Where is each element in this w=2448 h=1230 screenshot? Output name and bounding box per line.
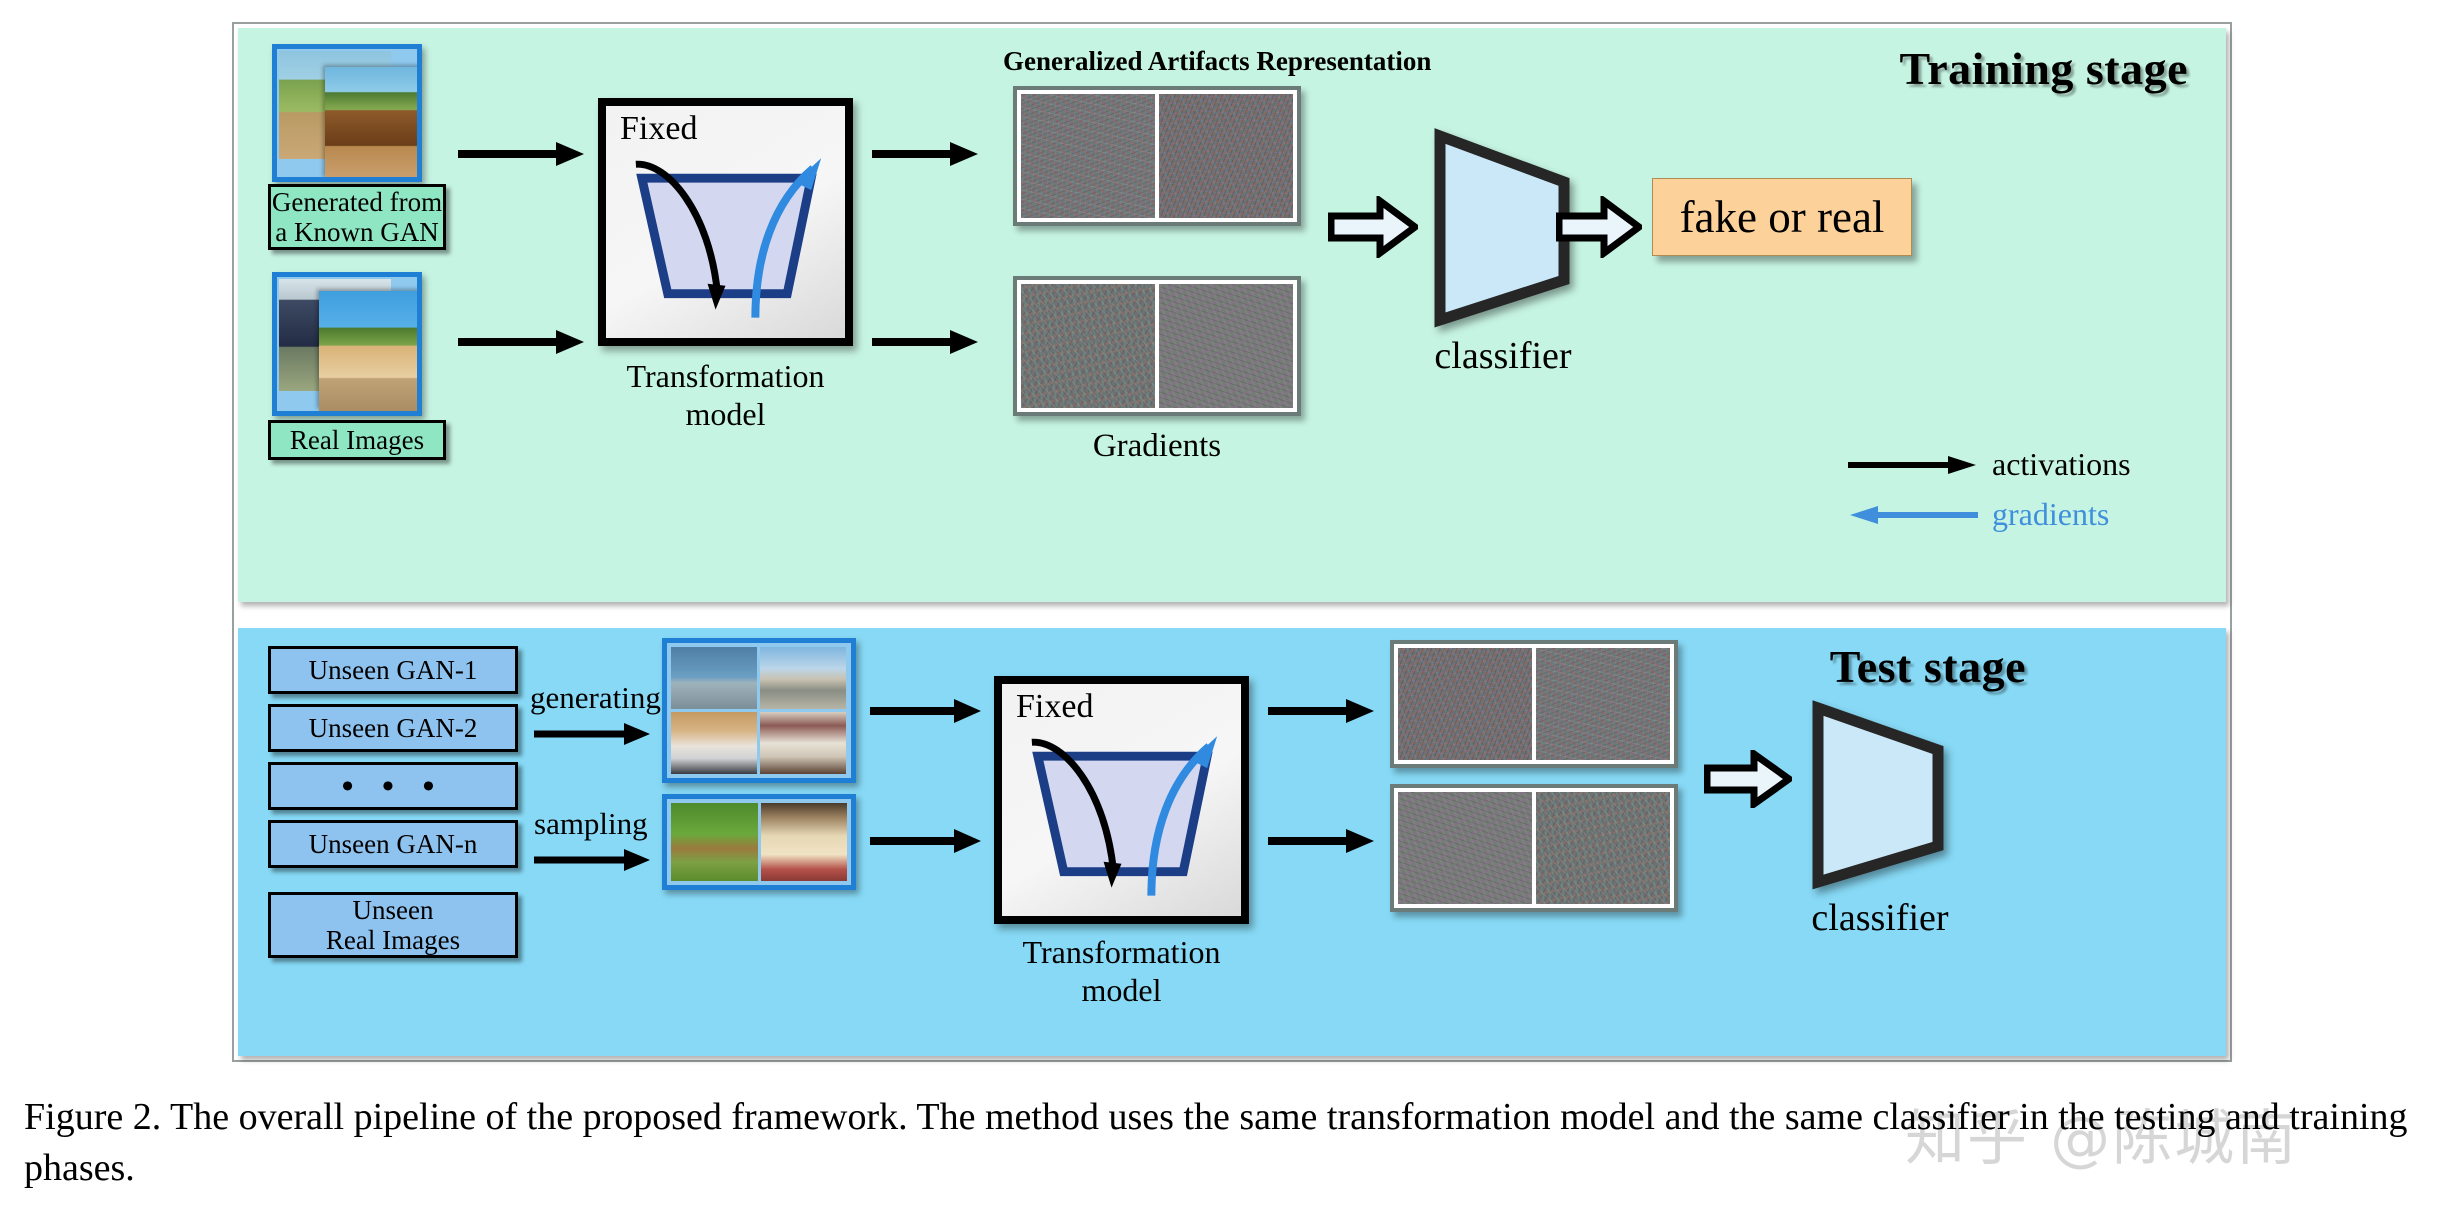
sampling-label: sampling	[534, 806, 648, 841]
gradients-arrow-icon	[1850, 505, 1978, 524]
block-arrow-to-classifier	[1328, 196, 1418, 258]
generated-image-label: Generated from a Known GAN	[268, 184, 446, 250]
source-plate-unseen-gan-n: Unseen GAN-n	[268, 820, 518, 868]
artifact-map-1	[1021, 94, 1155, 218]
sampled-real-images-grid	[662, 794, 856, 890]
figure-caption: Figure 2. The overall pipeline of the pr…	[24, 1096, 2408, 1189]
gradient-map-1	[1021, 284, 1155, 408]
source-plate-unseen-gan-1: Unseen GAN-1	[268, 646, 518, 694]
test-stage-title: Test stage	[1829, 641, 2026, 692]
legend-row-gradients: gradients	[1848, 496, 2109, 533]
gradients-caption: Gradients	[1092, 428, 1222, 464]
test-transformation-model-caption: Transformation model	[1022, 934, 1221, 1008]
training-fixed-label: Fixed	[620, 110, 698, 147]
real-thumb-dog	[760, 803, 847, 881]
artifacts-representation-panel	[1013, 86, 1301, 226]
arrow-real-to-model	[458, 330, 584, 354]
generated-image-card	[272, 44, 422, 182]
real-image-thumb-front	[319, 291, 417, 411]
test-gradient-map-1	[1398, 792, 1532, 904]
activations-arrow-icon	[1848, 455, 1976, 474]
test-stage-panel: Test stage Unseen GAN-1 Unseen GAN-2 • •…	[238, 628, 2226, 1056]
arrow-sampling	[534, 849, 650, 871]
training-transformation-model-caption: Transformation model	[626, 358, 825, 432]
arrow-model-to-artifacts	[872, 142, 978, 166]
training-stage-panel: Training stage Generated from a Known GA…	[238, 28, 2226, 602]
generating-label: generating	[530, 680, 661, 715]
training-classifier-caption: classifier	[1434, 335, 1572, 377]
test-classifier-caption: classifier	[1811, 897, 1949, 939]
training-classifier-shape	[1434, 128, 1570, 328]
arrow-real-to-test-model	[870, 829, 981, 853]
artifact-map-2	[1159, 94, 1293, 218]
generalized-artifacts-heading: Generalized Artifacts Representation	[1003, 46, 1432, 76]
figure-frame: Training stage Generated from a Known GA…	[232, 22, 2232, 1062]
test-artifact-map-2	[1536, 648, 1670, 760]
generated-thumb-airplane-2	[760, 647, 846, 709]
generated-thumb-bedroom-1	[671, 712, 757, 774]
test-artifacts-panel	[1390, 640, 1678, 768]
test-classifier-shape	[1812, 700, 1944, 890]
generated-thumb-bedroom-2	[760, 712, 846, 774]
gradient-map-2	[1159, 284, 1293, 408]
legend-row-activations: activations	[1848, 446, 2131, 483]
generated-image-thumb-front	[325, 67, 417, 177]
prediction-output-chip: fake or real	[1652, 178, 1912, 256]
test-transformation-model-box: Fixed	[994, 676, 1249, 924]
real-image-label: Real Images	[268, 420, 446, 460]
arrow-test-model-to-gradients	[1268, 829, 1374, 853]
block-arrow-to-result	[1556, 196, 1642, 258]
training-stage-title: Training stage	[1899, 43, 2188, 94]
arrow-generated-to-test-model	[870, 699, 981, 723]
real-thumb-rabbit	[671, 803, 758, 881]
block-arrow-to-test-classifier	[1704, 750, 1792, 808]
test-gradient-map-2	[1536, 792, 1670, 904]
legend: activations gradients	[1848, 446, 2208, 556]
arrow-test-model-to-artifacts	[1268, 699, 1374, 723]
arrow-model-to-gradients	[872, 330, 978, 354]
test-gradients-panel	[1390, 784, 1678, 912]
generated-images-grid	[662, 638, 856, 783]
arrow-generated-to-model	[458, 142, 584, 166]
generated-thumb-airplane-1	[671, 647, 757, 709]
legend-label-activations: activations	[1992, 446, 2131, 482]
source-plate-unseen-real-images: Unseen Real Images	[268, 892, 518, 958]
real-image-card	[272, 272, 422, 416]
test-artifact-map-1	[1398, 648, 1532, 760]
source-plate-unseen-gan-2: Unseen GAN-2	[268, 704, 518, 752]
test-fixed-label: Fixed	[1016, 688, 1094, 725]
source-plate-ellipsis: • • •	[268, 762, 518, 810]
training-transformation-model-box: Fixed	[598, 98, 853, 346]
arrow-generating	[534, 723, 650, 745]
gradients-panel	[1013, 276, 1301, 416]
legend-label-gradients: gradients	[1992, 496, 2110, 532]
